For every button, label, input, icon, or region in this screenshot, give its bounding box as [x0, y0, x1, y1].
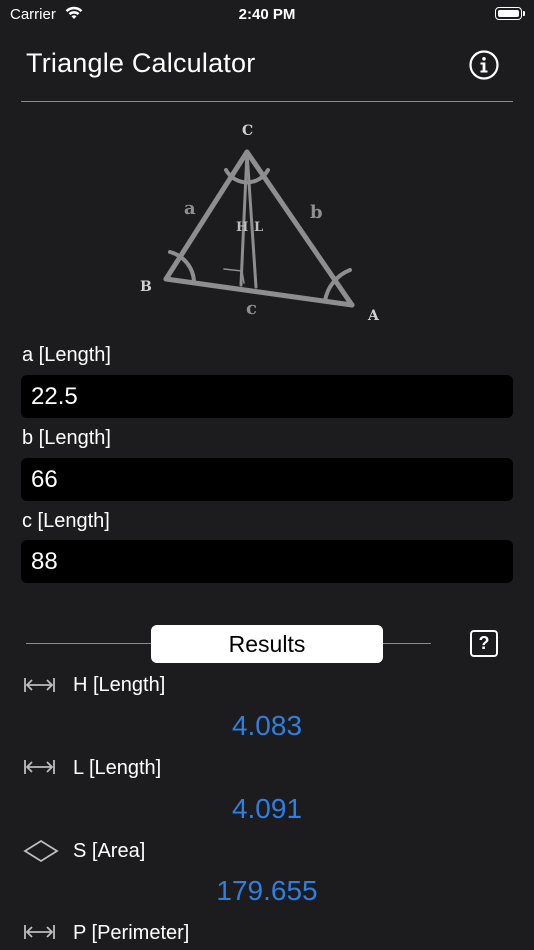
result-h-label: H [Length]: [73, 674, 166, 696]
vertex-b-label: B: [140, 279, 152, 295]
results-divider-right: [383, 643, 431, 644]
side-b-label: b: [310, 202, 323, 223]
result-s-value: 179.655: [216, 875, 318, 906]
results-divider-left: [26, 643, 151, 644]
side-a-input[interactable]: [21, 375, 513, 418]
clock: 2:40 PM: [238, 6, 296, 23]
diamond-area-icon: [23, 839, 59, 863]
bisector-label: L: [254, 220, 263, 235]
battery-icon: [495, 7, 525, 20]
results-button[interactable]: Results: [151, 625, 383, 663]
side-b-field-label: b [Length]: [22, 427, 111, 449]
side-c-field-label: c [Length]: [22, 510, 110, 532]
status-bar: Carrier 2:40 PM: [0, 0, 534, 30]
page-title: Triangle Calculator: [26, 48, 256, 78]
height-label: H: [236, 220, 248, 235]
triangle-diagram: C B A a b c H L: [140, 123, 380, 324]
info-circle-icon[interactable]: [469, 50, 499, 80]
side-a-field-label: a [Length]: [22, 344, 111, 366]
result-h-value: 4.083: [231, 710, 303, 741]
vertex-c-label: C: [242, 123, 253, 139]
side-c-input[interactable]: [21, 540, 513, 583]
result-l-label: L [Length]: [73, 757, 162, 779]
side-c-label: c: [246, 298, 257, 319]
side-a-label: a: [184, 198, 196, 219]
help-button[interactable]: ?: [470, 630, 498, 657]
length-arrows-icon: [24, 760, 55, 774]
header-divider: [21, 101, 513, 102]
side-a-line: [163, 149, 250, 282]
side-b-input[interactable]: [21, 458, 513, 501]
result-s-label: S [Area]: [73, 840, 146, 862]
length-arrows-icon: [24, 925, 55, 939]
result-l-value: 4.091: [231, 793, 303, 824]
vertex-a-label: A: [367, 308, 380, 324]
length-arrows-icon: [24, 678, 55, 692]
height-line: [239, 150, 249, 287]
result-p-label: P [Perimeter]: [73, 922, 190, 944]
